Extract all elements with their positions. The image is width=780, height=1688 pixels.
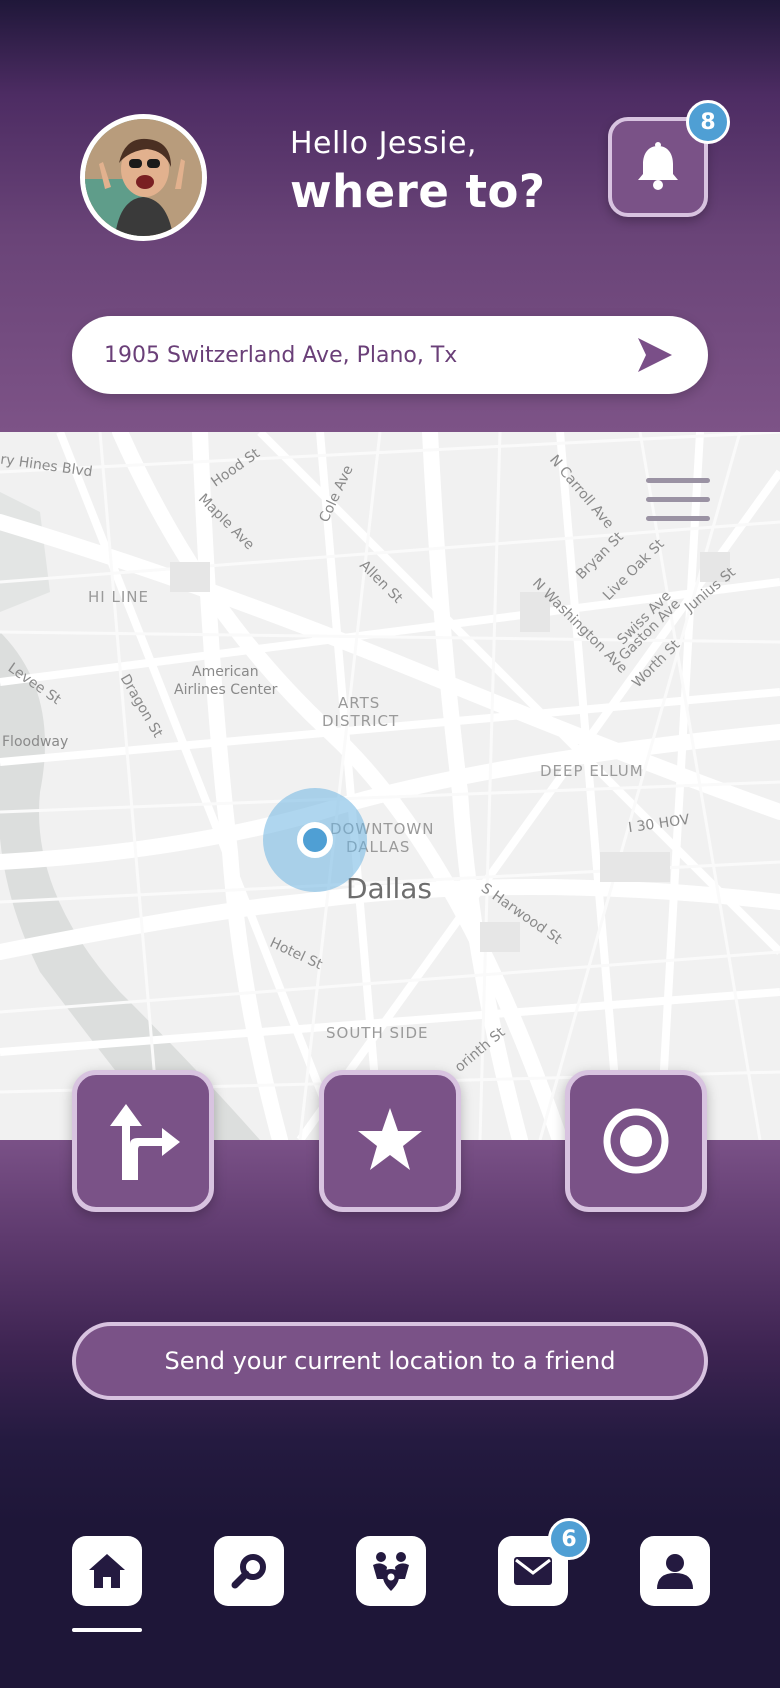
locate-me-button[interactable] <box>565 1070 707 1212</box>
mail-icon <box>514 1557 552 1585</box>
nav-search[interactable] <box>214 1536 284 1606</box>
map-label: HI LINE <box>88 588 149 606</box>
nav-friends[interactable] <box>356 1536 426 1606</box>
map-label: Floodway <box>2 734 69 750</box>
messages-badge: 6 <box>548 1518 590 1560</box>
star-icon <box>358 1108 422 1170</box>
menu-line <box>646 497 710 502</box>
map-view[interactable]: ry Hines Blvd Hood St Maple Ave Cole Ave… <box>0 432 780 1140</box>
search-icon <box>231 1554 266 1589</box>
favorites-button[interactable] <box>319 1070 461 1212</box>
page-title: where to? <box>290 165 546 218</box>
greeting-text: Hello Jessie, <box>290 126 477 161</box>
map-menu-button[interactable] <box>646 478 710 524</box>
avatar[interactable] <box>80 114 207 241</box>
map-label: DEEP ELLUM <box>540 762 644 780</box>
directions-icon <box>110 1104 180 1180</box>
map-label: ARTS <box>338 694 381 712</box>
menu-line <box>646 478 710 483</box>
destination-input[interactable] <box>104 316 624 394</box>
avatar-photo <box>85 119 202 236</box>
send-arrow-icon[interactable] <box>636 336 674 374</box>
map-label: DISTRICT <box>322 712 400 730</box>
map-city-label: Dallas <box>346 872 433 905</box>
map-label: Airlines Center <box>174 682 278 698</box>
nav-profile[interactable] <box>640 1536 710 1606</box>
map-label: SOUTH SIDE <box>326 1024 429 1042</box>
map-label: American <box>192 664 259 680</box>
nav-home[interactable] <box>72 1536 142 1606</box>
share-location-button[interactable]: Send your current location to a friend <box>72 1322 708 1400</box>
user-icon <box>657 1554 693 1589</box>
menu-line <box>646 516 710 521</box>
notifications-badge: 8 <box>686 100 730 144</box>
nav-active-indicator <box>72 1628 142 1632</box>
current-location-marker[interactable] <box>297 822 333 858</box>
destination-search <box>72 316 708 394</box>
directions-button[interactable] <box>72 1070 214 1212</box>
friends-location-icon <box>373 1552 409 1591</box>
target-icon <box>603 1108 669 1174</box>
bell-icon <box>638 142 678 190</box>
home-icon <box>89 1554 125 1588</box>
